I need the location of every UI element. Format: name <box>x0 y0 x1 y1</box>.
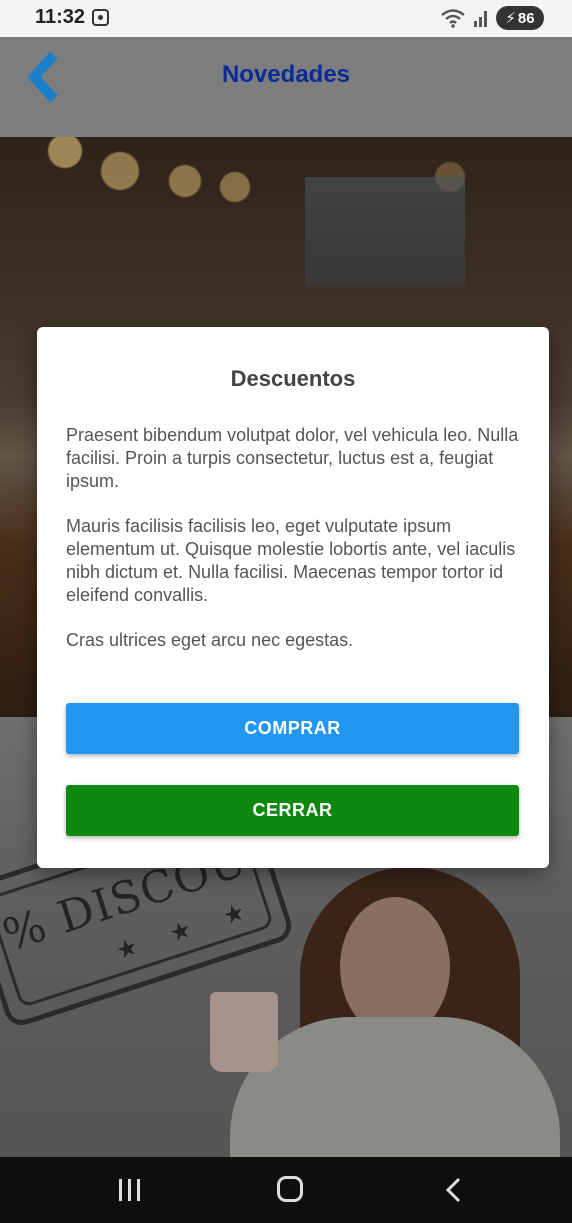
cafe-window <box>305 177 465 287</box>
dialog-paragraph: Cras ultrices eget arcu nec egestas. <box>66 630 354 650</box>
dialog-paragraph: Praesent bibendum volutpat dolor, vel ve… <box>66 425 519 491</box>
woman-face <box>340 897 450 1037</box>
home-icon[interactable] <box>277 1176 303 1202</box>
app-header: Novedades <box>0 37 572 137</box>
status-time: 11:32 <box>35 6 86 28</box>
battery-charging-icon: ⚡ <box>505 10 516 27</box>
back-icon[interactable] <box>440 1175 468 1205</box>
dialog-body: Praesent bibendum volutpat dolor, vel ve… <box>66 424 525 674</box>
coffee-mug <box>210 992 278 1072</box>
buy-button[interactable]: COMPRAR <box>66 703 519 754</box>
recent-apps-icon[interactable] <box>117 1179 143 1201</box>
status-bar: 11:32 ⚡ 86 <box>0 0 572 37</box>
status-icons: ⚡ 86 <box>440 5 544 31</box>
dialog-paragraph: Mauris facilisis facilisis leo, eget vul… <box>66 516 516 605</box>
close-button[interactable]: CERRAR <box>66 785 519 836</box>
system-nav-bar <box>0 1157 572 1223</box>
media-icon <box>92 9 109 26</box>
discount-dialog: Descuentos Praesent bibendum volutpat do… <box>37 327 549 868</box>
battery-level: 86 <box>517 9 535 27</box>
signal-icon <box>474 11 487 27</box>
battery-badge: ⚡ 86 <box>496 6 544 30</box>
wifi-icon <box>441 9 465 28</box>
page-title: Novedades <box>221 61 351 88</box>
dialog-title: Descuentos <box>230 366 356 391</box>
